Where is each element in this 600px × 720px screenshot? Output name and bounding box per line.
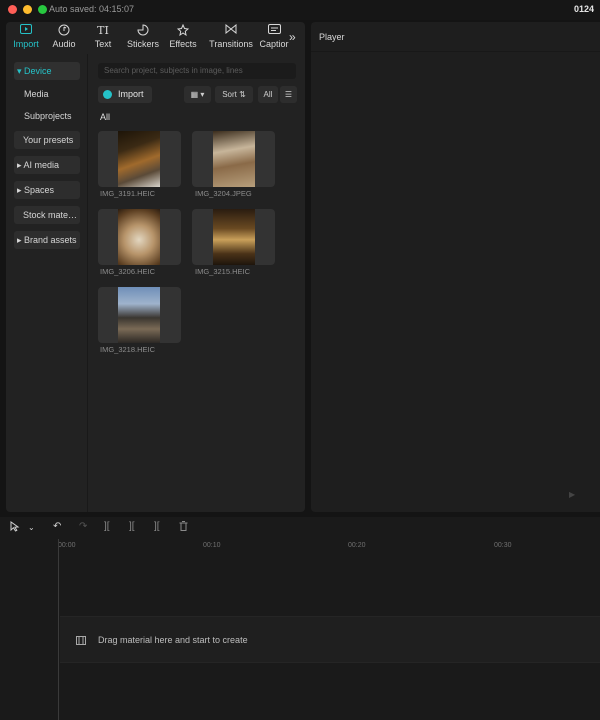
filter-icon: ☰ [284,90,293,99]
ruler-tick: 00:30 [494,542,512,549]
all-filter-dropdown[interactable]: All [258,86,278,103]
sort-dropdown[interactable]: Sort ⇅ [215,86,253,103]
sidebar-item-device[interactable]: ▾ Device [14,62,80,80]
media-thumbnail [118,287,160,343]
media-item[interactable] [192,131,275,187]
timeline-ruler[interactable]: 00:00 00:10 00:20 00:30 [0,539,600,555]
tab-audio-label: Audio [52,39,76,49]
media-item[interactable] [98,131,181,187]
tab-import[interactable]: Import [9,24,43,52]
media-filename: IMG_3215.HEIC [195,267,251,276]
tab-stickers-label: Stickers [126,39,159,49]
select-cursor-icon[interactable] [10,521,20,535]
sidebar-item-ai-media[interactable]: ▸ AI media [14,156,80,174]
grid-view-icon: ▦ ▾ [190,90,205,99]
tab-stickers[interactable]: Stickers [126,24,160,52]
view-mode-dropdown[interactable]: ▦ ▾ [184,86,211,103]
title-bar: Auto saved: 04:15:07 0124 [0,0,600,20]
sidebar-item-media[interactable]: Media [14,85,80,103]
tab-effects[interactable]: Effects [168,23,198,52]
media-thumbnail [213,209,255,265]
media-filename: IMG_3204.JPEG [195,189,252,198]
tab-import-label: Import [13,39,39,49]
trim-left-icon[interactable]: ][ [129,521,135,532]
filter-button[interactable]: ☰ [280,86,297,103]
media-item[interactable] [192,209,275,265]
import-button[interactable]: Import [98,86,152,103]
more-tabs-icon[interactable]: » [289,30,296,44]
captions-icon [259,24,289,38]
sidebar-item-subprojects[interactable]: Subprojects [14,107,80,125]
tab-transitions-label: Transitions [209,39,253,49]
tab-captions[interactable]: Captior [259,24,289,52]
undo-icon[interactable]: ↶ [53,521,61,532]
media-thumbnail [213,131,255,187]
media-filename: IMG_3191.HEIC [100,189,156,198]
playhead[interactable] [58,539,59,720]
import-plus-icon [103,90,112,99]
play-icon[interactable]: ▶ [569,490,575,499]
sidebar-item-spaces[interactable]: ▸ Spaces [14,181,80,199]
tab-effects-label: Effects [169,39,197,49]
tab-audio[interactable]: Audio [51,24,77,52]
ruler-tick: 00:00 [58,542,76,549]
sidebar-item-brand-assets[interactable]: ▸ Brand assets [14,231,80,249]
main-toolbar: Import Audio TI Text Stickers Effects Tr… [6,22,305,52]
timeline-toolbar: ⌄ ↶ ↷ ][ ][ ][ [0,517,600,539]
drag-hint-text: Drag material here and start to create [98,635,248,645]
timeline-panel: ⌄ ↶ ↷ ][ ][ ][ 00:00 00:10 00:20 00:30 D… [0,517,600,720]
delete-icon[interactable] [179,521,188,534]
ruler-tick: 00:20 [348,542,366,549]
media-section-heading: All [100,112,111,122]
media-thumbnail [118,131,160,187]
audio-icon [51,24,77,38]
effects-icon [168,23,198,38]
media-filename: IMG_3206.HEIC [100,267,156,276]
text-icon: TI [97,24,109,37]
media-panel: Import Audio TI Text Stickers Effects Tr… [6,22,305,512]
import-button-label: Import [118,89,144,99]
media-filename: IMG_3218.HEIC [100,345,156,354]
tab-text[interactable]: TI Text [92,24,114,52]
player-divider [311,51,600,52]
import-icon [9,24,43,38]
player-title: Player [319,32,345,42]
sidebar-item-your-presets[interactable]: Your presets [14,131,80,149]
stickers-icon [126,24,160,38]
media-item[interactable] [98,287,181,343]
minimize-window-button[interactable] [23,5,32,14]
player-panel: Player ▶ [311,22,600,512]
media-search-input[interactable]: Search project, subjects in image, lines [98,63,296,79]
close-window-button[interactable] [8,5,17,14]
autosave-status: Auto saved: 04:15:07 [49,4,135,14]
sidebar-item-stock-material[interactable]: Stock mate… [14,206,80,224]
chevron-down-icon[interactable]: ⌄ [28,523,35,532]
tab-transitions[interactable]: Transitions [206,23,256,52]
media-sidebar: ▾ Device Media Subprojects Your presets … [6,54,88,512]
film-strip-icon [76,636,86,647]
media-item[interactable] [98,209,181,265]
tab-text-label: Text [94,39,112,49]
zoom-window-button[interactable] [38,5,47,14]
split-icon[interactable]: ][ [104,521,110,532]
redo-icon[interactable]: ↷ [79,521,87,532]
transitions-icon [206,23,256,38]
ruler-tick: 00:10 [203,542,221,549]
media-thumbnail [118,209,160,265]
trim-right-icon[interactable]: ][ [154,521,160,532]
tab-captions-label: Captior [259,39,289,49]
project-name[interactable]: 0124 [574,4,594,14]
